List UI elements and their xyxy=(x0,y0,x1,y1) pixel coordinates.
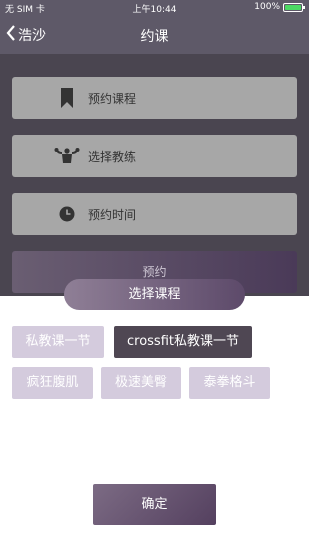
status-bar: 无 SIM 卡 上午10:44 100% xyxy=(0,0,309,16)
choose-coach-button[interactable]: 选择教练 xyxy=(12,135,297,177)
menu-label: 预约课程 xyxy=(88,91,137,106)
confirm-button[interactable]: 确定 xyxy=(93,484,216,525)
course-tag[interactable]: 泰拳格斗 xyxy=(189,367,270,399)
muscle-icon xyxy=(52,148,82,164)
sheet-title: 选择课程 xyxy=(64,279,245,310)
battery-icon xyxy=(283,2,305,12)
status-right: 100% xyxy=(254,2,305,12)
course-tag[interactable]: 极速美臀 xyxy=(101,367,181,399)
course-tag[interactable]: 疯狂腹肌 xyxy=(12,367,93,399)
course-tag-selected[interactable]: crossfit私教课一节 xyxy=(114,326,252,358)
menu-label: 选择教练 xyxy=(88,149,137,164)
book-time-button[interactable]: 预约时间 xyxy=(12,193,297,235)
menu-label: 预约时间 xyxy=(88,207,137,222)
navigation-bar: 浩沙 约课 xyxy=(0,16,309,54)
page-title: 约课 xyxy=(140,29,169,45)
bookmark-icon xyxy=(52,87,82,109)
course-tag[interactable]: 私教课一节 xyxy=(12,326,104,358)
clock-icon xyxy=(52,206,82,222)
top-region: 无 SIM 卡 上午10:44 100% 浩沙 约课 预约课程 选择教练 预约时… xyxy=(0,0,309,296)
battery-percent: 100% xyxy=(254,2,280,12)
book-course-button[interactable]: 预约课程 xyxy=(12,77,297,119)
